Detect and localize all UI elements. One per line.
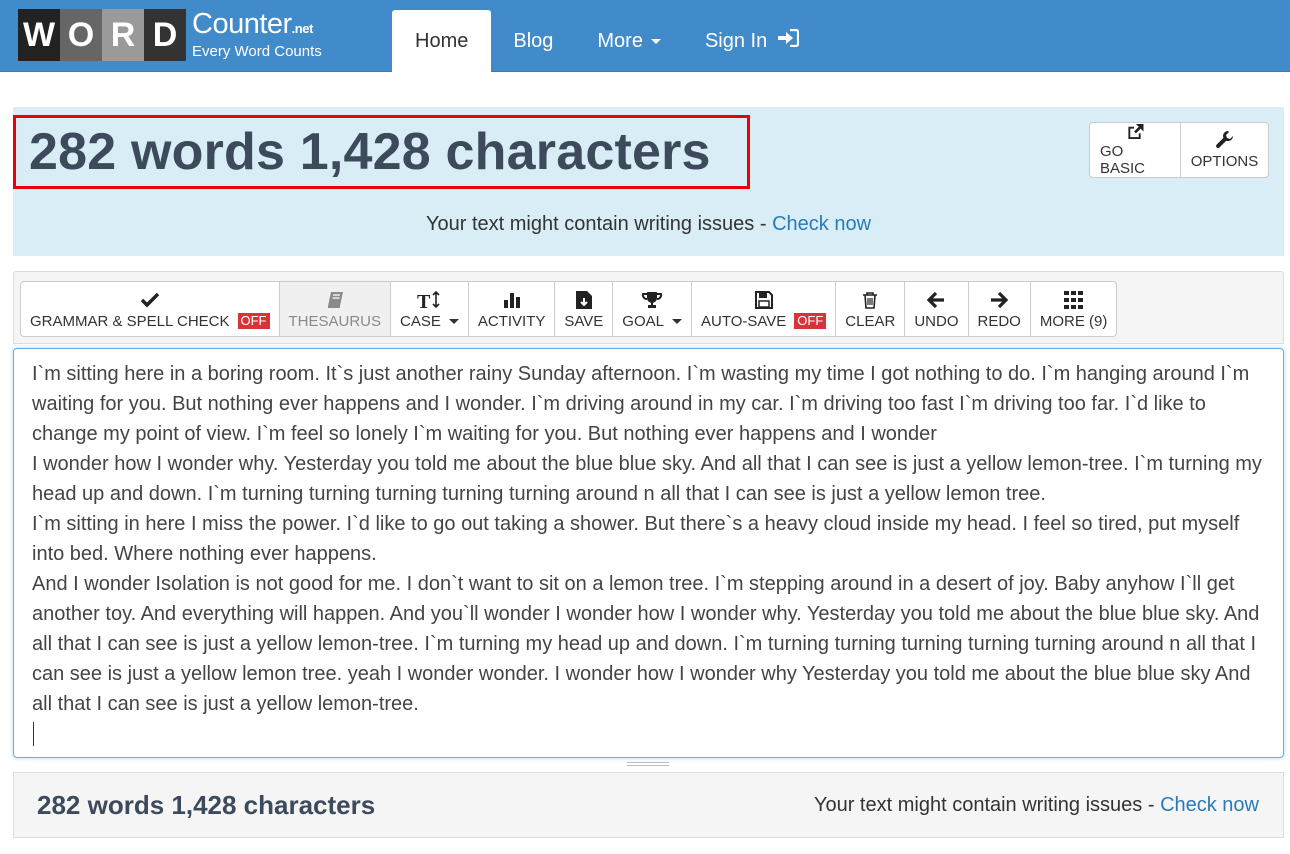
undo-button[interactable]: UNDO (904, 281, 969, 337)
trophy-icon (641, 289, 663, 311)
logo-name: Counter (192, 8, 292, 40)
editor-toolbar: GRAMMAR & SPELL CHECK OFF THESAURUS T CAS… (13, 271, 1284, 344)
nav-home[interactable]: Home (392, 10, 492, 72)
logo-tile-r: R (102, 9, 144, 61)
case-label: CASE (400, 312, 441, 330)
caret-down-icon (650, 38, 661, 44)
check-icon (140, 289, 160, 311)
clear-button[interactable]: CLEAR (835, 281, 906, 337)
save-file-icon (575, 289, 593, 311)
grammar-off-badge: OFF (237, 313, 270, 329)
case-button[interactable]: T CASE (390, 281, 469, 337)
goal-label: GOAL (622, 312, 664, 330)
wrench-icon (1215, 131, 1233, 148)
writing-issues-notice: Your text might contain writing issues -… (13, 213, 1284, 236)
options-label: OPTIONS (1190, 153, 1259, 170)
stats-panel: 282 words 1,428 characters GO BASIC OPTI… (13, 107, 1284, 256)
logo-text: Counter.net Every Word Counts (192, 10, 322, 60)
arrow-left-icon (926, 289, 946, 311)
trash-icon (862, 289, 878, 311)
save-button[interactable]: SAVE (554, 281, 614, 337)
logo-tiles: W O R D (18, 9, 186, 61)
footer-writing-issues-notice: Your text might contain writing issues -… (814, 794, 1259, 817)
autosave-label: AUTO-SAVE (700, 312, 787, 330)
activity-label: ACTIVITY (477, 312, 546, 330)
options-button[interactable]: OPTIONS (1180, 122, 1269, 178)
goal-button[interactable]: GOAL (612, 281, 692, 337)
caret-down-icon (448, 318, 459, 324)
caret-down-icon (671, 318, 682, 324)
grammar-check-label: GRAMMAR & SPELL CHECK (30, 312, 230, 330)
navbar: W O R D Counter.net Every Word Counts Ho… (0, 0, 1290, 72)
floppy-disk-icon (754, 289, 773, 311)
book-icon (326, 289, 344, 311)
thesaurus-label: THESAURUS (288, 312, 382, 330)
more-tools-button[interactable]: MORE (9) (1029, 281, 1118, 337)
arrow-right-icon (989, 289, 1009, 311)
svg-text:T: T (417, 291, 431, 310)
logo-tile-d: D (144, 9, 186, 61)
text-cursor (33, 722, 34, 746)
clear-label: CLEAR (845, 312, 896, 330)
nav-signin[interactable]: Sign In (683, 10, 821, 72)
go-basic-button[interactable]: GO BASIC (1089, 122, 1181, 178)
logo[interactable]: W O R D Counter.net Every Word Counts (18, 9, 322, 61)
redo-label: REDO (977, 312, 1021, 330)
footer-word-character-count: 282 words 1,428 characters (37, 790, 376, 820)
text-editor[interactable]: I`m sitting here in a boring room. It`s … (13, 348, 1284, 758)
footer-issues-text: Your text might contain writing issues - (813, 794, 1161, 816)
check-now-link[interactable]: Check now (772, 213, 871, 235)
grammar-check-button[interactable]: GRAMMAR & SPELL CHECK OFF (20, 281, 280, 337)
issues-text: Your text might contain writing issues - (425, 213, 773, 235)
word-count-highlight: 282 words 1,428 characters (13, 115, 750, 189)
logo-tile-o: O (60, 9, 102, 61)
activity-button[interactable]: ACTIVITY (467, 281, 556, 337)
panel-buttons: GO BASIC OPTIONS (1089, 122, 1269, 178)
logo-tagline: Every Word Counts (192, 43, 322, 60)
nav-more-label: More (597, 29, 643, 52)
go-basic-label: GO BASIC (1100, 143, 1146, 177)
sign-in-icon (777, 28, 800, 53)
more-tools-label: MORE (9) (1039, 312, 1108, 330)
nav-more[interactable]: More (575, 10, 683, 72)
footer-check-now-link[interactable]: Check now (1160, 794, 1259, 816)
redo-button[interactable]: REDO (967, 281, 1031, 337)
footer-stats-bar: 282 words 1,428 characters Your text mig… (13, 772, 1284, 838)
editor-content[interactable]: I`m sitting here in a boring room. It`s … (32, 359, 1264, 719)
undo-label: UNDO (914, 312, 959, 330)
text-height-icon: T (417, 289, 441, 311)
word-character-count: 282 words 1,428 characters (29, 123, 711, 181)
nav-links: Home Blog More Sign In (392, 10, 821, 72)
bar-chart-icon (502, 289, 522, 311)
thesaurus-button[interactable]: THESAURUS (278, 281, 392, 337)
external-link-icon (1128, 123, 1144, 140)
autosave-off-badge: OFF (794, 313, 827, 329)
nav-blog[interactable]: Blog (491, 10, 575, 72)
editor-resize-handle[interactable] (627, 762, 669, 770)
logo-tile-w: W (18, 9, 60, 61)
autosave-button[interactable]: AUTO-SAVE OFF (690, 281, 837, 337)
nav-signin-label: Sign In (704, 29, 768, 52)
logo-domain-suffix: .net (291, 21, 314, 36)
grid-icon (1063, 289, 1084, 311)
save-label: SAVE (564, 312, 604, 330)
